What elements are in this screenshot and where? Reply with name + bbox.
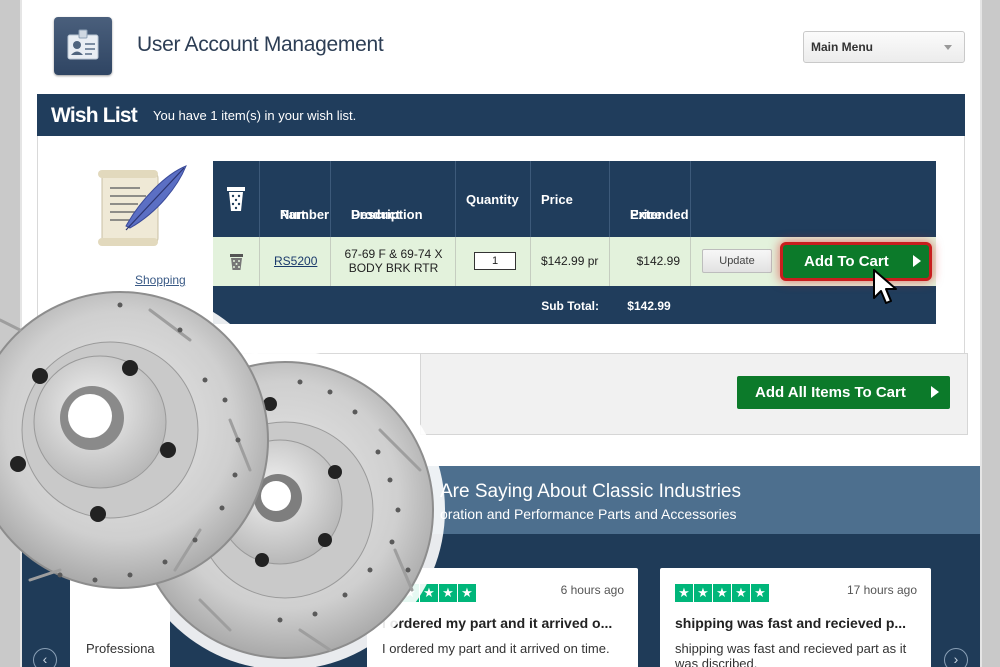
review-time: 6 hours ago xyxy=(560,583,624,597)
main-menu-dropdown[interactable]: Main Menu xyxy=(803,31,965,63)
star-icon: ★ xyxy=(751,584,769,602)
col-price-label: Price xyxy=(541,192,573,207)
mouse-cursor-icon xyxy=(873,269,897,304)
review-card[interactable]: ★ ★ ★ ★ ★ 17 hours ago shipping was fast… xyxy=(660,568,931,667)
review-headline: shipping was fast and recieved p... xyxy=(675,615,907,631)
wishlist-quill-icon xyxy=(96,164,188,250)
page-title: User Account Management xyxy=(137,33,384,56)
star-icon: ★ xyxy=(675,584,693,602)
wishlist-count-message: You have 1 item(s) in your wish list. xyxy=(153,108,357,123)
col-quantity: Quantity xyxy=(456,161,531,237)
add-to-cart-button[interactable]: Add To Cart xyxy=(783,245,929,278)
star-icon: ★ xyxy=(732,584,750,602)
frame-edge xyxy=(980,0,982,667)
subtotal-label: Sub Total: xyxy=(541,299,599,313)
main-menu-label: Main Menu xyxy=(811,40,873,54)
review-time: 17 hours ago xyxy=(846,583,917,597)
star-icon: ★ xyxy=(458,584,476,602)
col-quantity-label: Quantity xyxy=(466,192,519,207)
play-arrow-icon xyxy=(931,386,939,398)
review-body: shipping was fast and recieved part as i… xyxy=(675,641,907,667)
col-extended-price: Extended Price xyxy=(610,161,691,237)
star-icon: ★ xyxy=(694,584,712,602)
part-number-link[interactable]: RS5200 xyxy=(274,254,317,268)
col-extended-line2: Price xyxy=(630,207,662,222)
chevron-down-icon xyxy=(944,45,952,50)
description-line1: 67-69 F & 69-74 X xyxy=(344,247,443,261)
trash-icon[interactable] xyxy=(229,253,244,271)
trash-icon xyxy=(227,187,245,211)
carousel-next-icon[interactable]: › xyxy=(944,648,968,667)
add-all-label: Add All Items To Cart xyxy=(755,384,906,401)
col-price: Price xyxy=(531,161,610,237)
add-all-to-cart-button[interactable]: Add All Items To Cart xyxy=(737,376,950,409)
reviews-subtitle: oration and Performance Parts and Access… xyxy=(440,506,737,522)
brake-rotors-image xyxy=(0,290,445,667)
update-button[interactable]: Update xyxy=(702,249,772,273)
wishlist-header: Wish List You have 1 item(s) in your wis… xyxy=(37,94,965,136)
col-part-number: Part Number xyxy=(260,161,331,237)
subtotal-value: $142.99 xyxy=(627,299,671,313)
extended-price-value: $142.99 xyxy=(636,254,680,268)
account-card-icon xyxy=(54,17,112,75)
quantity-cell: 1 xyxy=(456,237,531,286)
price-cell: $142.99 pr xyxy=(531,237,610,286)
col-remove xyxy=(213,161,260,237)
play-arrow-icon xyxy=(913,255,921,267)
extended-price-cell: $142.99 xyxy=(610,237,691,286)
reviews-title: Are Saying About Classic Industries xyxy=(440,481,741,502)
page-frame-right xyxy=(982,0,1000,667)
star-icon: ★ xyxy=(713,584,731,602)
col-description: Product Description xyxy=(331,161,456,237)
quantity-input[interactable]: 1 xyxy=(474,252,516,270)
col-part-number-line2: Number xyxy=(280,207,330,222)
price-value: $142.99 pr xyxy=(541,254,599,268)
col-description-line2: Description xyxy=(351,207,423,222)
actions-cell: Update Add To Cart xyxy=(691,237,936,286)
wishlist-title: Wish List xyxy=(51,104,138,127)
